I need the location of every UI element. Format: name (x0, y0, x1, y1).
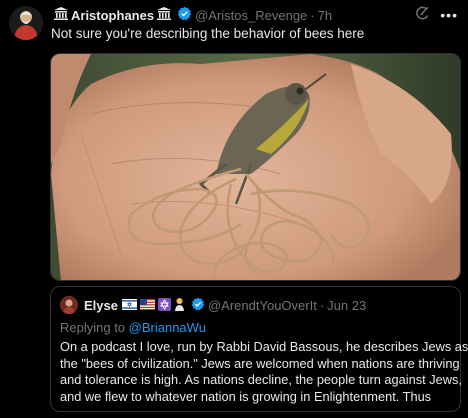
author-handle[interactable]: @Aristos_Revenge (195, 8, 307, 23)
star-of-david-icon (157, 297, 171, 314)
verified-badge-icon (191, 297, 205, 314)
separator-dot: · (310, 7, 315, 23)
grasshopper-worm-photo (51, 54, 460, 280)
tweet-header: Aristophanes @Aristos_Revenge · 7h ••• (51, 6, 458, 24)
quoted-author-name[interactable]: Elyse (84, 298, 118, 313)
flag-usa-icon (139, 298, 155, 313)
quoted-text-line: On a podcast I love, run by Rabbi David … (60, 339, 468, 354)
quoted-header: Elyse @ArendtYouOverIt · Jun 23 (84, 297, 366, 314)
replying-prefix: Replying to (60, 320, 129, 335)
author-avatar[interactable] (9, 6, 43, 40)
quoted-text: On a podcast I love, run by Rabbi David … (60, 339, 468, 405)
tweet[interactable]: Aristophanes @Aristos_Revenge · 7h ••• N… (0, 0, 468, 418)
person-icon (174, 297, 185, 314)
quoted-text-line: and we flew to whatever nation is growin… (60, 388, 432, 404)
quoted-text-line: the "bees of civilization." Jews are wel… (60, 355, 460, 371)
flag-israel-icon (121, 298, 137, 313)
verified-badge-icon (177, 6, 192, 24)
quoted-tweet[interactable]: Elyse @ArendtYouOverIt · Jun 23 Replying… (50, 286, 468, 412)
quoted-text-line: and tolerance is high. As nations declin… (60, 372, 462, 388)
columns-icon (157, 7, 172, 23)
quoted-date[interactable]: Jun 23 (327, 298, 366, 313)
grok-icon[interactable] (415, 6, 430, 24)
quoted-author-handle[interactable]: @ArendtYouOverIt (208, 298, 317, 313)
more-icon[interactable]: ••• (440, 8, 458, 22)
columns-icon (54, 7, 68, 23)
author-name[interactable]: Aristophanes (71, 8, 154, 23)
tweet-text: Not sure you're describing the behavior … (51, 26, 365, 41)
replying-mention[interactable]: @BriannaWu (129, 320, 206, 335)
tweet-time[interactable]: 7h (318, 8, 332, 23)
quoted-author-avatar[interactable] (60, 296, 78, 314)
separator-dot: · (319, 298, 325, 313)
tweet-image[interactable] (50, 53, 461, 281)
replying-to: Replying to @BriannaWu (60, 320, 206, 335)
tweet-actions: ••• (415, 6, 458, 24)
